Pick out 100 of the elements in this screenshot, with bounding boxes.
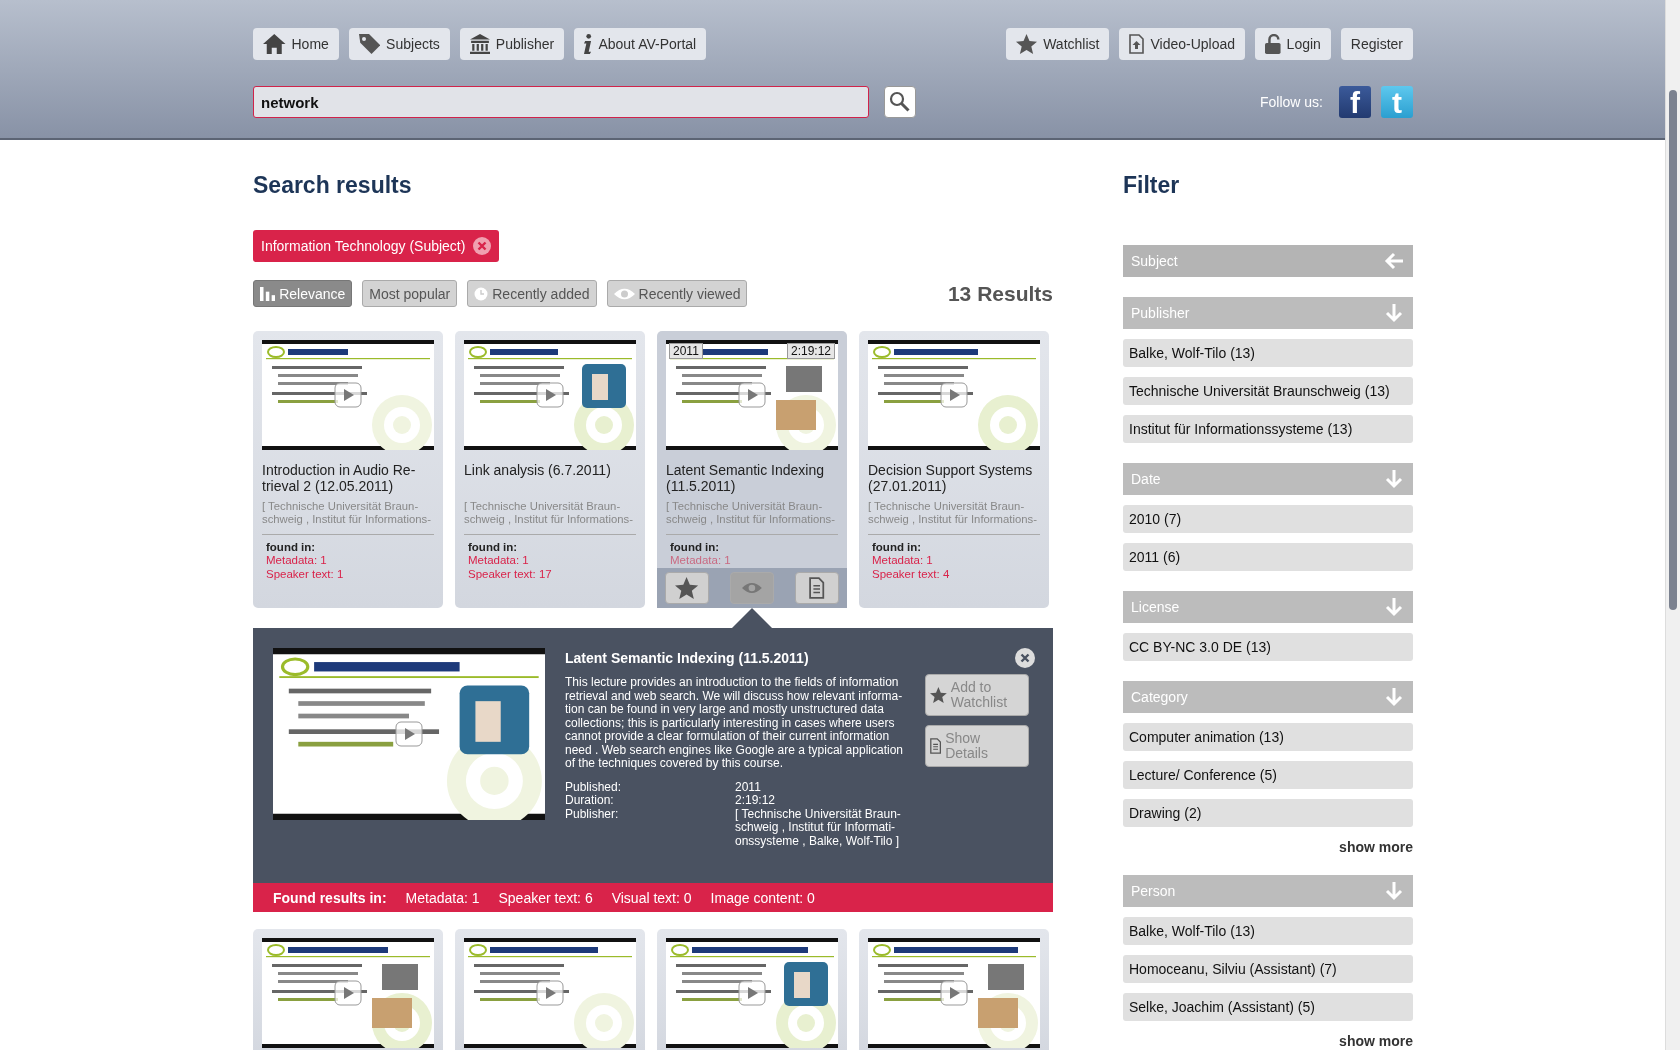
arrow-down-icon [1383,686,1405,708]
facebook-link[interactable]: f [1339,86,1371,118]
scrollbar-thumb[interactable] [1669,90,1677,610]
document-icon [930,738,942,754]
nav-button[interactable]: Login [1255,28,1331,60]
result-card[interactable] [859,929,1049,1050]
sort-button[interactable]: Recently viewed [606,280,748,307]
filter-option[interactable]: CC BY-NC 3.0 DE (13) [1123,633,1413,661]
result-card[interactable] [253,929,443,1050]
found-count: Visual text: 0 [611,889,692,906]
nav-button[interactable]: Subjects [348,28,450,60]
sort-button[interactable]: Recently added [467,280,597,307]
filter-option[interactable]: Homoceanu, Silviu (Assistant) (7) [1123,955,1413,983]
filter-option[interactable]: Institut für Informationssysteme (13) [1123,415,1413,443]
filter-heading: Filter [1123,172,1181,200]
result-card[interactable] [657,929,847,1050]
card-publisher: [ Technische Universität Braun-schweig , Institut für Informations- [666,500,836,526]
scrollbar[interactable] [1665,0,1680,1050]
show-more-link[interactable]: show more [1123,839,1413,855]
year-label: 2011 [669,343,703,359]
meta-value: [ Technische Universität Braun-schweig , Institut für Informati-onssysteme , Balke, Wolf-Tilo ] [735,807,902,848]
result-card[interactable]: Link analysis (6.7.2011) [ Technische Universität Braun-schweig , Institut für Informations- found in: Metadata: 1 Speaker text: 17 [455,331,645,608]
found-count: Metadata: 1 [405,889,480,906]
result-card[interactable]: Introduction in Audio Re-trieval 2 (12.05.2011) [ Technische Universität Braun-schweig , Institut für Informations- found in: Metadata: 1 Speaker text: 1 [253,331,443,608]
watchlist-button[interactable] [665,572,709,604]
found-in-label: found in: [871,541,923,553]
card-publisher: [ Technische Universität Braun-schweig , Institut für Informations- [868,500,1038,526]
star-icon [930,687,947,703]
play-button[interactable] [738,382,766,408]
card-publisher: [ Technische Universität Braun-schweig , Institut für Informations- [262,500,432,526]
filter-option[interactable]: Balke, Wolf-Tilo (13) [1123,339,1413,367]
found-in-label: found in: [467,541,519,553]
arrow-down-icon [1383,468,1405,490]
filter-option[interactable]: Lecture/ Conference (5) [1123,761,1413,789]
arrow-down-icon [1383,302,1405,324]
found-in-count: Speaker text: 1 [265,567,345,581]
remove-icon[interactable] [473,237,492,255]
found-in-count: Speaker text: 17 [467,567,553,581]
found-in-count: Metadata: 1 [669,553,732,567]
filter-option[interactable]: 2010 (7) [1123,505,1413,533]
detail-description: This lecture provides an introduction to the fields of information retrieval and web search. We will discuss how relevant informa-tion can be found in very large and mostly unstructured data collections; this is particularly interesting in cases where users cannot provide a clear formulation of their current information need . Web search engines like Google are a typical application of the techniques covered by this course. [565,676,903,771]
tag-icon [358,34,381,54]
filter-option[interactable]: Balke, Wolf-Tilo (13) [1123,917,1413,945]
follow-label: Follow us: [1259,94,1323,110]
document-icon [809,577,825,599]
nav-button[interactable]: Video-Upload [1119,28,1246,60]
card-title: Decision Support Systems (27.01.2011) [868,462,1034,496]
search-button[interactable] [884,86,916,118]
meta-value: 2:19:12 [735,794,777,808]
meta-label: Duration: [565,794,615,808]
found-in-count: Metadata: 1 [467,553,530,567]
star-icon [675,577,699,599]
filter-option[interactable]: 2011 (6) [1123,543,1413,571]
result-card[interactable]: Decision Support Systems (27.01.2011) [ Technische Universität Braun-schweig , Institut für Informations- found in: Metadata: 1 Speaker text: 4 [859,331,1049,608]
filter-chip[interactable]: Information Technology (Subject) [253,230,500,262]
play-button[interactable] [536,382,564,408]
result-card[interactable]: 2011 2:19:12 Latent Semantic Indexing (11.5.2011) [ Technische Universität Braun-schweig , Institut für Informations- found in: Metadata: 1 [657,331,847,608]
clock-icon [474,286,489,301]
play-button[interactable] [940,382,968,408]
found-in-label: found in: [265,541,317,553]
nav-button[interactable]: Publisher [459,28,565,60]
meta-label: Publisher: [565,807,620,823]
card-title: Latent Semantic Indexing (11.5.2011) [666,462,825,496]
found-in-count: Metadata: 1 [871,553,934,567]
card-publisher: [ Technische Universität Braun-schweig , Institut für Informations- [464,500,634,526]
nav-button[interactable]: Watchlist [1006,28,1110,60]
arrow-left-icon [1383,250,1405,272]
nav-button[interactable]: Register [1340,28,1413,60]
filter-option[interactable]: Technische Universität Braunschweig (13) [1123,377,1413,405]
nav-button[interactable]: Home [253,28,339,60]
nav-button[interactable]: About AV-Portal [574,28,707,60]
play-button[interactable] [334,980,362,1006]
filter-option[interactable]: Computer animation (13) [1123,723,1413,751]
close-button[interactable] [1015,648,1035,668]
sort-button[interactable]: Most popular [362,280,458,307]
found-in-count: Metadata: 1 [265,553,328,567]
play-button[interactable] [940,980,968,1006]
show-more-link[interactable]: show more [1123,1033,1413,1049]
play-button[interactable] [738,980,766,1006]
detail-title: Latent Semantic Indexing (11.5.2011) [565,650,810,666]
play-button[interactable] [395,721,423,747]
info-icon [584,34,593,54]
card-title: Introduction in Audio Re-trieval 2 (12.05.2011) [262,462,417,496]
arrow-down-icon [1383,596,1405,618]
result-card[interactable] [455,929,645,1050]
found-results-label: Found results in: [273,889,387,906]
bar-chart-icon [260,286,276,301]
found-count: Speaker text: 6 [498,889,593,906]
card-title: Link analysis (6.7.2011) [464,462,612,480]
play-button[interactable] [536,980,564,1006]
found-count: Image content: 0 [710,889,815,906]
star-icon [1016,34,1038,54]
arrow-down-icon [1383,880,1405,902]
filter-option[interactable]: Selke, Joachim (Assistant) (5) [1123,993,1413,1021]
building-icon [469,34,490,54]
found-in-count: Speaker text: 4 [871,567,951,581]
details-button[interactable] [795,572,839,604]
search-field[interactable]: network [253,86,869,118]
play-button[interactable] [334,382,362,408]
filter-option[interactable]: Drawing (2) [1123,799,1413,827]
